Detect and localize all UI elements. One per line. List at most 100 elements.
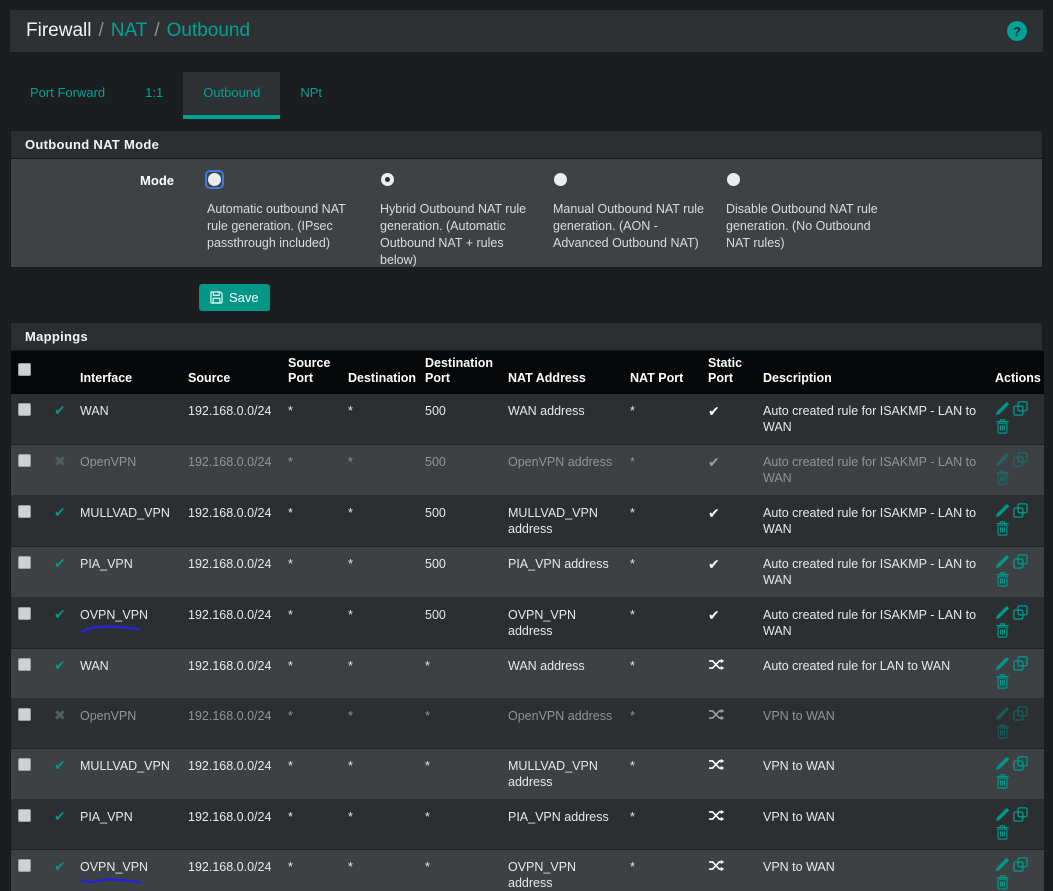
cell-static-port	[701, 850, 756, 891]
cell-nat-address: PIA_VPN address	[501, 800, 623, 850]
edit-icon[interactable]	[995, 605, 1010, 620]
radio-hybrid[interactable]	[381, 173, 394, 186]
table-row: ✔OVPN_VPN192.168.0.0/24**500OVPN_VPN add…	[11, 598, 1044, 649]
row-checkbox[interactable]	[18, 556, 31, 569]
copy-icon[interactable]	[1013, 706, 1028, 721]
row-checkbox[interactable]	[18, 454, 31, 467]
delete-icon[interactable]	[995, 572, 1010, 587]
breadcrumb-link-nat[interactable]: NAT	[111, 20, 148, 42]
copy-icon[interactable]	[1013, 452, 1028, 467]
cell-nat-port: *	[623, 699, 701, 749]
copy-icon[interactable]	[1013, 605, 1028, 620]
delete-icon[interactable]	[995, 774, 1010, 789]
copy-icon[interactable]	[1013, 554, 1028, 569]
select-cell	[11, 850, 47, 891]
copy-icon[interactable]	[1013, 503, 1028, 518]
header-static-port: Static Port	[701, 351, 756, 394]
cell-nat-port: *	[623, 496, 701, 547]
cell-description: Auto created rule for LAN to WAN	[756, 649, 988, 699]
delete-icon[interactable]	[995, 724, 1010, 739]
cell-source-port: *	[281, 496, 341, 547]
header-destination-port: Destination Port	[418, 351, 501, 394]
row-checkbox[interactable]	[18, 859, 31, 872]
cell-destination: *	[341, 800, 418, 850]
cell-source: 192.168.0.0/24	[181, 598, 281, 649]
save-button[interactable]: Save	[199, 284, 270, 311]
breadcrumb: Firewall / NAT / Outbound ?	[10, 10, 1043, 52]
header-destination: Destination	[341, 351, 418, 394]
breadcrumb-link-outbound[interactable]: Outbound	[167, 20, 250, 42]
cell-actions	[988, 394, 1044, 445]
row-checkbox[interactable]	[18, 758, 31, 771]
edit-icon[interactable]	[995, 706, 1010, 721]
save-button-label: Save	[229, 290, 259, 305]
help-icon[interactable]: ?	[1007, 21, 1027, 41]
table-row: ✔WAN192.168.0.0/24**500WAN address*✔Auto…	[11, 394, 1044, 445]
cell-destination-port: 500	[418, 598, 501, 649]
delete-icon[interactable]	[995, 875, 1010, 890]
cell-interface: OpenVPN	[73, 699, 181, 749]
cell-nat-port: *	[623, 445, 701, 496]
row-checkbox[interactable]	[18, 708, 31, 721]
header-source-port: Source Port	[281, 351, 341, 394]
delete-icon[interactable]	[995, 623, 1010, 638]
row-checkbox[interactable]	[18, 809, 31, 822]
row-checkbox[interactable]	[18, 505, 31, 518]
shuffle-icon	[708, 758, 749, 771]
cell-source: 192.168.0.0/24	[181, 850, 281, 891]
edit-icon[interactable]	[995, 857, 1010, 872]
status-cell: ✔	[47, 496, 73, 547]
tab-outbound[interactable]: Outbound	[183, 72, 280, 119]
status-cell: ✖	[47, 445, 73, 496]
radio-manual[interactable]	[554, 173, 567, 186]
copy-icon[interactable]	[1013, 401, 1028, 416]
edit-icon[interactable]	[995, 401, 1010, 416]
edit-icon[interactable]	[995, 756, 1010, 771]
check-icon: ✔	[708, 403, 720, 419]
delete-icon[interactable]	[995, 470, 1010, 485]
status-cell: ✖	[47, 699, 73, 749]
edit-icon[interactable]	[995, 503, 1010, 518]
copy-icon[interactable]	[1013, 857, 1028, 872]
header-actions: Actions	[988, 351, 1044, 394]
shuffle-icon	[708, 658, 749, 671]
check-icon: ✔	[54, 808, 66, 824]
check-icon: ✔	[708, 556, 720, 572]
row-checkbox[interactable]	[18, 607, 31, 620]
delete-icon[interactable]	[995, 825, 1010, 840]
edit-icon[interactable]	[995, 554, 1010, 569]
cell-source: 192.168.0.0/24	[181, 649, 281, 699]
cell-destination: *	[341, 598, 418, 649]
tab-1-1[interactable]: 1:1	[125, 72, 183, 119]
delete-icon[interactable]	[995, 419, 1010, 434]
tab-port-forward[interactable]: Port Forward	[10, 72, 125, 119]
copy-icon[interactable]	[1013, 756, 1028, 771]
cell-nat-address: OpenVPN address	[501, 699, 623, 749]
cell-interface: OpenVPN	[73, 445, 181, 496]
header-status	[47, 351, 73, 394]
cell-source: 192.168.0.0/24	[181, 547, 281, 598]
tab-npt[interactable]: NPt	[280, 72, 342, 119]
row-checkbox[interactable]	[18, 403, 31, 416]
table-row: ✖OpenVPN192.168.0.0/24**500OpenVPN addre…	[11, 445, 1044, 496]
edit-icon[interactable]	[995, 807, 1010, 822]
select-all-checkbox[interactable]	[18, 363, 31, 376]
x-icon: ✖	[54, 453, 66, 469]
radio-automatic[interactable]	[208, 173, 221, 186]
edit-icon[interactable]	[995, 452, 1010, 467]
select-cell	[11, 547, 47, 598]
edit-icon[interactable]	[995, 656, 1010, 671]
delete-icon[interactable]	[995, 521, 1010, 536]
cell-source: 192.168.0.0/24	[181, 699, 281, 749]
row-checkbox[interactable]	[18, 658, 31, 671]
cell-source-port: *	[281, 749, 341, 800]
check-icon: ✔	[54, 606, 66, 622]
cell-destination-port: 500	[418, 394, 501, 445]
cell-destination: *	[341, 445, 418, 496]
breadcrumb-separator: /	[154, 20, 159, 42]
copy-icon[interactable]	[1013, 807, 1028, 822]
copy-icon[interactable]	[1013, 656, 1028, 671]
delete-icon[interactable]	[995, 674, 1010, 689]
cell-source: 192.168.0.0/24	[181, 394, 281, 445]
radio-disable[interactable]	[727, 173, 740, 186]
